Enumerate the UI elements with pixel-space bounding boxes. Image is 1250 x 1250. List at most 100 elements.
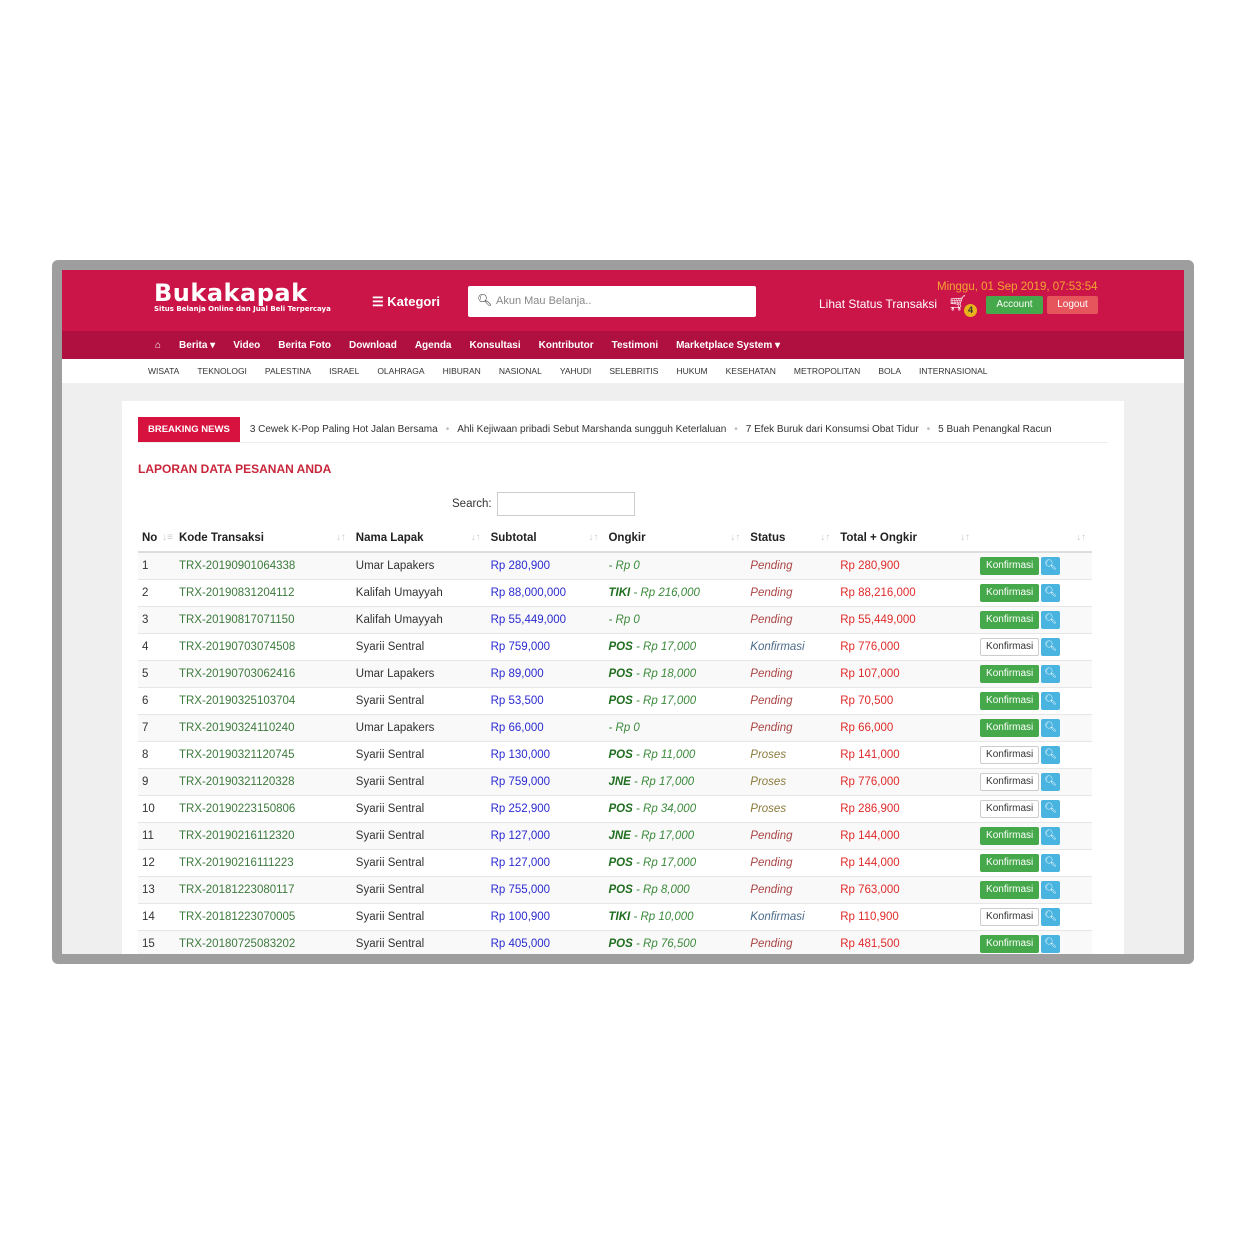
column-header[interactable]: Total + Ongkir ↓↑ — [836, 524, 977, 553]
transaction-code: TRX-20190703062416 — [174, 659, 352, 687]
search-icon[interactable]: 🔍︎ — [1041, 880, 1061, 899]
konfirmasi-button[interactable]: Konfirmasi — [980, 772, 1040, 791]
search-icon[interactable]: 🔍︎ — [1041, 772, 1061, 791]
konfirmasi-button[interactable]: Konfirmasi — [980, 691, 1040, 710]
nav-item[interactable]: Download — [349, 340, 397, 351]
category-link[interactable]: OLAHRAGA — [377, 366, 424, 376]
search-icon[interactable]: 🔍︎ — [1041, 907, 1061, 926]
logout-button[interactable]: Logout — [1047, 296, 1098, 314]
category-link[interactable]: ISRAEL — [329, 366, 359, 376]
category-link[interactable]: HUKUM — [676, 366, 707, 376]
konfirmasi-button[interactable]: Konfirmasi — [980, 826, 1040, 845]
shipping: TIKI - Rp 10,000 — [604, 902, 747, 930]
konfirmasi-button[interactable]: Konfirmasi — [980, 799, 1040, 818]
nav-item[interactable]: Video — [233, 340, 260, 351]
subtotal: Rp 405,000 — [486, 929, 605, 954]
nav-item[interactable]: Berita Foto — [278, 340, 331, 351]
search-icon[interactable]: 🔍︎ — [1041, 799, 1061, 818]
nav-item[interactable]: Marketplace System ▾ — [676, 340, 780, 351]
column-header[interactable]: No ↓≡ — [138, 524, 175, 553]
search-icon[interactable]: 🔍︎ — [1041, 637, 1061, 656]
store-name: Kalifah Umayyah — [351, 578, 487, 606]
kategori-label: Kategori — [387, 294, 441, 309]
konfirmasi-button[interactable]: Konfirmasi — [980, 853, 1040, 872]
search-icon[interactable]: 🔍︎ — [1041, 934, 1061, 953]
transaction-code: TRX-20190216111223 — [174, 848, 352, 876]
category-link[interactable]: BOLA — [878, 366, 901, 376]
konfirmasi-button[interactable]: Konfirmasi — [980, 637, 1040, 656]
nav-item[interactable]: Agenda — [415, 340, 452, 351]
konfirmasi-button[interactable]: Konfirmasi — [980, 907, 1040, 926]
actions: Konfirmasi 🔍︎ — [976, 902, 1092, 930]
search-icon[interactable]: 🔍︎ — [1041, 853, 1061, 872]
search-icon[interactable]: 🔍︎ — [1041, 610, 1061, 629]
status: Pending — [746, 686, 837, 714]
category-link[interactable]: PALESTINA — [265, 366, 311, 376]
sort-icon[interactable]: ↓↑ — [588, 532, 598, 543]
konfirmasi-button[interactable]: Konfirmasi — [980, 745, 1040, 764]
shipping-cost: Rp 17,000 — [641, 829, 695, 842]
konfirmasi-button[interactable]: Konfirmasi — [980, 664, 1040, 683]
search-input[interactable]: 🔍︎ Akun Mau Belanja.. — [468, 286, 756, 317]
category-link[interactable]: TEKNOLOGI — [197, 366, 247, 376]
news-item[interactable]: 3 Cewek K-Pop Paling Hot Jalan Bersama — [250, 424, 438, 435]
search-icon[interactable]: 🔍︎ — [1041, 691, 1061, 710]
category-link[interactable]: SELEBRITIS — [609, 366, 658, 376]
row-number: 4 — [138, 632, 175, 660]
column-header[interactable]: Ongkir ↓↑ — [604, 524, 747, 553]
separator: - — [608, 613, 616, 626]
search-icon[interactable]: 🔍︎ — [1041, 583, 1061, 602]
konfirmasi-button[interactable]: Konfirmasi — [980, 610, 1040, 629]
table-row: 13 TRX-20181223080117 Syarii Sentral Rp 755… — [138, 875, 1092, 903]
category-link[interactable]: INTERNASIONAL — [919, 366, 988, 376]
sort-icon[interactable]: ↓↑ — [730, 532, 740, 543]
screen: Bukakapak Situs Belanja Online dan Jual … — [62, 270, 1184, 954]
search-icon[interactable]: 🔍︎ — [1041, 556, 1061, 575]
konfirmasi-button[interactable]: Konfirmasi — [980, 583, 1040, 602]
total: Rp 144,000 — [836, 821, 977, 849]
table-row: 12 TRX-20190216111223 Syarii Sentral Rp 127… — [138, 848, 1092, 876]
nav-item[interactable]: Berita ▾ — [179, 340, 215, 351]
search-icon[interactable]: 🔍︎ — [1041, 718, 1061, 737]
category-link[interactable]: KESEHATAN — [726, 366, 776, 376]
column-header[interactable]: Kode Transaksi ↓↑ — [174, 524, 352, 553]
lihat-status-link[interactable]: Lihat Status Transaksi — [819, 297, 937, 311]
sort-icon[interactable]: ↓↑ — [336, 532, 346, 543]
sort-icon[interactable]: ↓↑ — [1076, 532, 1086, 543]
nav-item[interactable]: Konsultasi — [469, 340, 520, 351]
category-link[interactable]: YAHUDI — [560, 366, 592, 376]
home-icon[interactable]: ⌂ — [155, 340, 161, 351]
sort-icon[interactable]: ↓↑ — [960, 532, 970, 543]
column-header[interactable]: Subtotal ↓↑ — [486, 524, 605, 553]
logo[interactable]: Bukakapak Situs Belanja Online dan Jual … — [154, 280, 331, 313]
row-number: 1 — [138, 551, 175, 579]
courier: POS — [608, 937, 633, 950]
news-item[interactable]: 7 Efek Buruk dari Konsumsi Obat Tidur — [746, 424, 919, 435]
konfirmasi-button[interactable]: Konfirmasi — [980, 718, 1040, 737]
table-search-input[interactable] — [496, 492, 635, 516]
search-icon[interactable]: 🔍︎ — [1041, 664, 1061, 683]
sort-icon[interactable]: ↓≡ — [162, 532, 173, 543]
search-icon[interactable]: 🔍︎ — [1041, 826, 1061, 845]
konfirmasi-button[interactable]: Konfirmasi — [980, 880, 1040, 899]
column-header[interactable]: Status ↓↑ — [746, 524, 837, 553]
konfirmasi-button[interactable]: Konfirmasi — [980, 934, 1040, 953]
total: Rp 88,216,000 — [836, 578, 977, 606]
news-item[interactable]: Ahli Kejiwaan pribadi Sebut Marshanda su… — [457, 424, 726, 435]
category-link[interactable]: NASIONAL — [499, 366, 542, 376]
column-header[interactable]: Nama Lapak ↓↑ — [351, 524, 487, 553]
search-icon[interactable]: 🔍︎ — [1041, 745, 1061, 764]
category-link[interactable]: HIBURAN — [443, 366, 481, 376]
column-header[interactable]: ↓↑ — [976, 524, 1092, 553]
sort-icon[interactable]: ↓↑ — [471, 532, 481, 543]
actions: Konfirmasi 🔍︎ — [976, 551, 1092, 579]
category-link[interactable]: WISATA — [148, 366, 179, 376]
sort-icon[interactable]: ↓↑ — [820, 532, 830, 543]
nav-item[interactable]: Kontributor — [539, 340, 594, 351]
news-item[interactable]: 5 Buah Penangkal Racun — [938, 424, 1051, 435]
account-button[interactable]: Account — [986, 296, 1043, 314]
konfirmasi-button[interactable]: Konfirmasi — [980, 556, 1040, 575]
kategori-button[interactable]: ☰ Kategori — [372, 294, 440, 310]
nav-item[interactable]: Testimoni — [612, 340, 658, 351]
category-link[interactable]: METROPOLITAN — [794, 366, 860, 376]
